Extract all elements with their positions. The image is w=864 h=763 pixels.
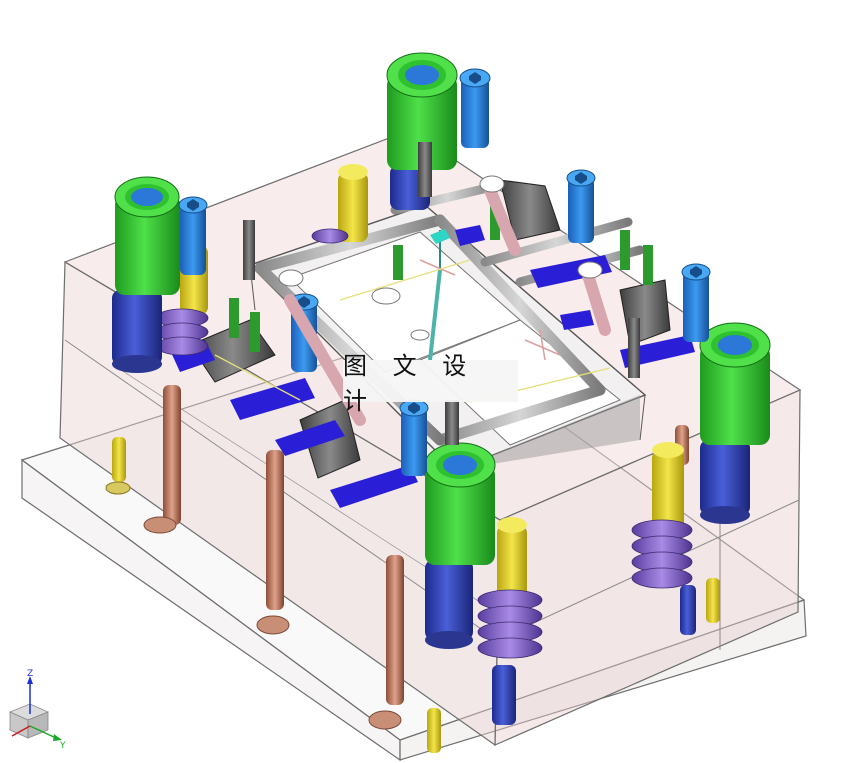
triad-cube-icon — [8, 703, 50, 739]
watermark-label: 图 文 设 计 — [343, 352, 518, 415]
cad-viewport[interactable]: 图 文 设 计 Z Y — [0, 0, 864, 763]
z-axis-label: Z — [27, 669, 33, 679]
orientation-triad[interactable]: Z Y — [0, 668, 72, 758]
y-axis-label: Y — [59, 741, 66, 751]
